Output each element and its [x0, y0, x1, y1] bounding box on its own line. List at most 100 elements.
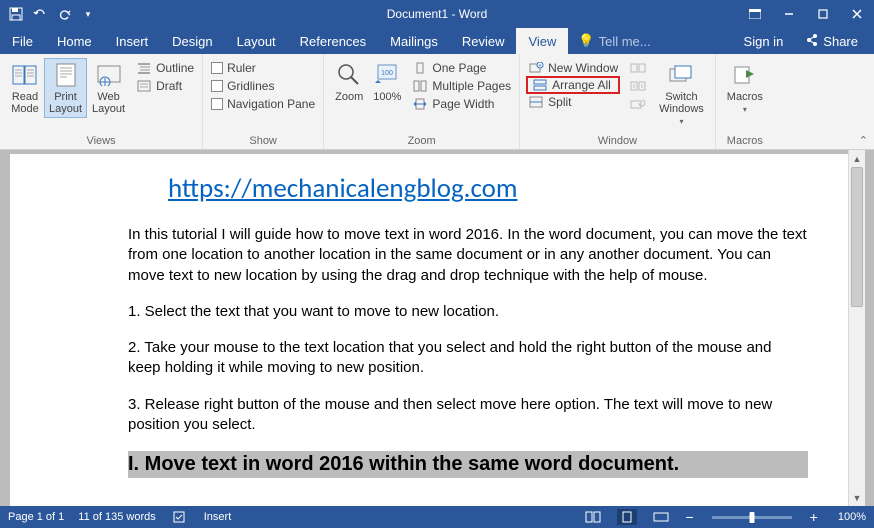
tell-me-search[interactable]: 💡 Tell me... — [568, 28, 660, 54]
scroll-track[interactable] — [849, 167, 865, 489]
split-button[interactable]: Split — [526, 94, 620, 110]
sign-in-link[interactable]: Sign in — [734, 34, 794, 49]
tab-view[interactable]: View — [516, 28, 568, 54]
close-button[interactable] — [840, 0, 874, 28]
ribbon-view: Read Mode Print Layout Web Layout Outlin… — [0, 54, 874, 150]
sync-scroll-icon — [630, 79, 646, 93]
one-page-button[interactable]: One Page — [410, 60, 513, 76]
collapse-ribbon-icon[interactable]: ⌃ — [859, 134, 868, 147]
document-area: https://mechanicalengblog.com In this tu… — [0, 150, 874, 506]
page-indicator[interactable]: Page 1 of 1 — [8, 511, 64, 523]
arrange-all-button[interactable]: Arrange All — [526, 76, 620, 94]
side-by-side-icon — [630, 61, 646, 75]
qat-dropdown-icon[interactable]: ▾ — [80, 6, 96, 22]
new-window-icon: ✳ — [528, 61, 544, 75]
group-macros: Macros ▾ Macros — [716, 54, 774, 149]
scroll-up-icon[interactable]: ▲ — [849, 150, 865, 167]
tab-home[interactable]: Home — [45, 28, 104, 54]
print-layout-view-icon[interactable] — [617, 509, 637, 525]
dropdown-icon: ▾ — [743, 105, 747, 114]
save-icon[interactable] — [8, 6, 24, 22]
page-width-button[interactable]: Page Width — [410, 96, 513, 112]
document-paragraph[interactable]: 3. Release right button of the mouse and… — [128, 395, 808, 436]
web-layout-view-icon[interactable] — [651, 509, 671, 525]
outline-icon — [136, 61, 152, 75]
new-window-button[interactable]: ✳New Window — [526, 60, 620, 76]
zoom-slider[interactable] — [712, 516, 792, 519]
print-layout-button[interactable]: Print Layout — [44, 58, 87, 118]
draft-icon — [136, 79, 152, 93]
zoom-percent[interactable]: 100% — [838, 511, 866, 523]
switch-windows-button[interactable]: Switch Windows ▾ — [654, 58, 709, 129]
tab-layout[interactable]: Layout — [225, 28, 288, 54]
zoom-100-button[interactable]: 100 100% — [368, 58, 406, 106]
checkbox-icon — [211, 62, 223, 74]
read-mode-view-icon[interactable] — [583, 509, 603, 525]
document-hyperlink[interactable]: https://mechanicalengblog.com — [168, 172, 808, 205]
tab-review[interactable]: Review — [450, 28, 517, 54]
zoom-100-icon: 100 — [373, 61, 401, 89]
reset-window-position-button[interactable] — [628, 96, 648, 112]
share-icon — [805, 33, 819, 50]
navigation-pane-checkbox[interactable]: Navigation Pane — [209, 96, 317, 112]
svg-text:100: 100 — [382, 70, 394, 77]
tab-mailings[interactable]: Mailings — [378, 28, 450, 54]
document-paragraph[interactable]: 1. Select the text that you want to move… — [128, 302, 808, 322]
split-icon — [528, 95, 544, 109]
tab-file[interactable]: File — [0, 28, 45, 54]
macros-button[interactable]: Macros ▾ — [722, 58, 768, 117]
ruler-checkbox[interactable]: Ruler — [209, 60, 317, 76]
draft-button[interactable]: Draft — [134, 78, 196, 94]
scroll-thumb[interactable] — [851, 167, 863, 307]
tab-references[interactable]: References — [288, 28, 378, 54]
print-layout-icon — [52, 61, 80, 89]
vertical-scrollbar[interactable]: ▲ ▼ — [848, 150, 865, 506]
lightbulb-icon: 💡 — [578, 33, 594, 49]
redo-icon[interactable] — [56, 6, 72, 22]
title-bar: ▾ Document1 - Word — [0, 0, 874, 28]
multiple-pages-button[interactable]: Multiple Pages — [410, 78, 513, 94]
tab-insert[interactable]: Insert — [104, 28, 161, 54]
web-layout-button[interactable]: Web Layout — [87, 58, 130, 118]
scroll-down-icon[interactable]: ▼ — [849, 489, 865, 506]
spellcheck-icon[interactable] — [170, 509, 190, 525]
one-page-icon — [412, 61, 428, 75]
multiple-pages-icon — [412, 79, 428, 93]
view-side-by-side-button[interactable] — [628, 60, 648, 76]
gridlines-checkbox[interactable]: Gridlines — [209, 78, 317, 94]
switch-windows-icon — [667, 61, 695, 89]
group-show: Ruler Gridlines Navigation Pane Show — [203, 54, 324, 149]
macros-icon — [731, 61, 759, 89]
maximize-button[interactable] — [806, 0, 840, 28]
zoom-in-button[interactable]: + — [810, 509, 818, 525]
zoom-out-button[interactable]: − — [685, 509, 693, 525]
read-mode-button[interactable]: Read Mode — [6, 58, 44, 118]
word-count[interactable]: 11 of 135 words — [78, 511, 155, 523]
ribbon-display-options-icon[interactable] — [738, 0, 772, 28]
group-show-label: Show — [209, 133, 317, 147]
web-layout-icon — [95, 61, 123, 89]
group-window-label: Window — [526, 133, 709, 147]
read-mode-icon — [11, 61, 39, 89]
reset-window-icon — [630, 97, 646, 111]
minimize-button[interactable] — [772, 0, 806, 28]
ribbon-tab-bar: File Home Insert Design Layout Reference… — [0, 28, 874, 54]
share-button[interactable]: Share — [797, 33, 866, 50]
insert-mode[interactable]: Insert — [204, 511, 232, 523]
sync-scrolling-button[interactable] — [628, 78, 648, 94]
status-bar: Page 1 of 1 11 of 135 words Insert − + 1… — [0, 506, 874, 528]
group-zoom-label: Zoom — [330, 133, 513, 147]
document-heading-selected[interactable]: I. Move text in word 2016 within the sam… — [128, 451, 808, 478]
tab-design[interactable]: Design — [160, 28, 224, 54]
group-views-label: Views — [6, 133, 196, 147]
zoom-button[interactable]: Zoom — [330, 58, 368, 106]
document-paragraph[interactable]: 2. Take your mouse to the text location … — [128, 338, 808, 379]
magnifier-icon — [335, 61, 363, 89]
document-page[interactable]: https://mechanicalengblog.com In this tu… — [10, 154, 848, 506]
group-zoom: Zoom 100 100% One Page Multiple Pages Pa… — [324, 54, 520, 149]
outline-button[interactable]: Outline — [134, 60, 196, 76]
page-width-icon — [412, 97, 428, 111]
undo-icon[interactable] — [32, 6, 48, 22]
document-paragraph[interactable]: In this tutorial I will guide how to mov… — [128, 225, 808, 286]
svg-text:✳: ✳ — [538, 63, 542, 69]
